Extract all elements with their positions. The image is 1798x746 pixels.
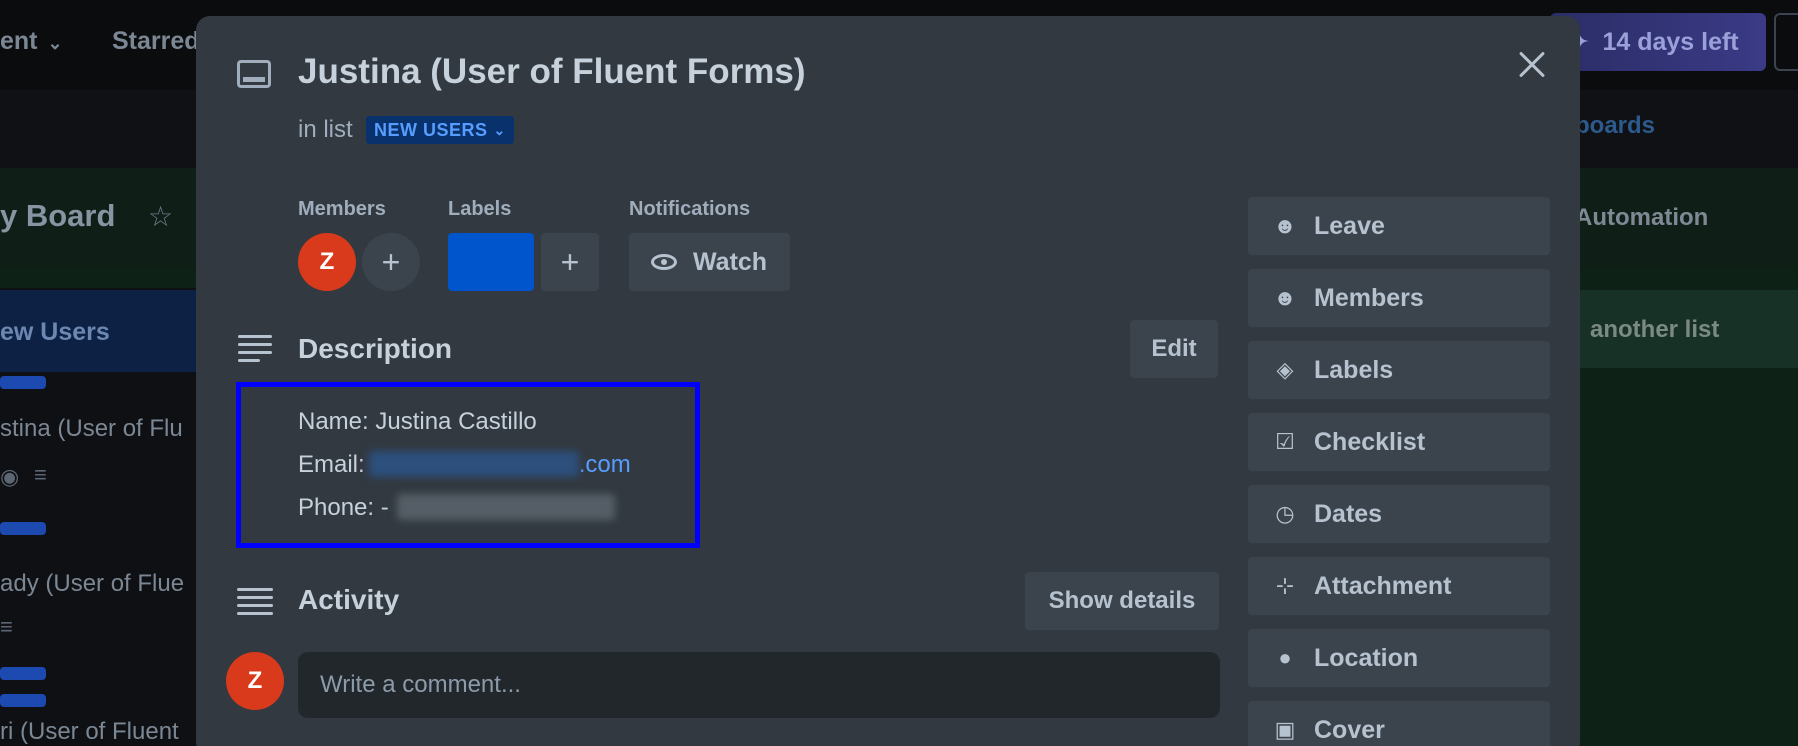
trial-button[interactable]: ✦14 days left	[1550, 13, 1766, 71]
tag-icon: ◈	[1276, 357, 1294, 382]
card-title[interactable]: Justina (User of Fluent Forms)	[298, 52, 806, 92]
paperclip-icon: ⊹	[1275, 573, 1295, 598]
chevron-down-icon: ⌄	[493, 121, 506, 138]
cover-icon: ▣	[1274, 717, 1296, 742]
checklist-button-label: Checklist	[1314, 427, 1426, 456]
automation-button[interactable]: Automation	[1575, 204, 1708, 232]
notifications-label: Notifications	[629, 198, 751, 220]
phone-prefix: Phone: -	[298, 494, 389, 521]
dates-button[interactable]: ◷ Dates	[1248, 485, 1550, 543]
workspaces-label: ent	[0, 27, 38, 55]
attachment-button[interactable]: ⊹ Attachment	[1248, 557, 1550, 615]
show-details-button[interactable]: Show details	[1025, 572, 1219, 630]
add-label-button[interactable]: +	[541, 233, 599, 291]
description-email-line: Email: .com	[298, 451, 631, 479]
card-label-bar	[0, 694, 46, 707]
labels-button-label: Labels	[1314, 355, 1394, 384]
watch-label: Watch	[693, 247, 768, 276]
attachment-button-label: Attachment	[1314, 571, 1452, 600]
card-label-bar	[0, 376, 46, 389]
board-title[interactable]: y Board	[0, 198, 115, 234]
close-button[interactable]	[1512, 44, 1552, 84]
checkbox-icon: ☑	[1275, 429, 1295, 454]
description-phone-line: Phone: -	[298, 494, 615, 522]
watch-button[interactable]: Watch	[629, 233, 790, 291]
eye-icon	[651, 254, 677, 270]
leave-label: Leave	[1314, 211, 1385, 240]
add-another-list-button[interactable]: another list	[1580, 290, 1798, 368]
list-header[interactable]: ew Users	[0, 290, 200, 372]
members-button-label: Members	[1314, 283, 1424, 312]
leave-button[interactable]: ☻ Leave	[1248, 197, 1550, 255]
description-icon: ≡	[0, 614, 13, 639]
avatar[interactable]: Z	[298, 233, 356, 291]
clock-icon: ◷	[1275, 501, 1295, 526]
email-prefix: Email:	[298, 451, 365, 478]
checklist-button[interactable]: ☑ Checklist	[1248, 413, 1550, 471]
star-icon[interactable]: ☆	[148, 200, 173, 233]
plus-icon: +	[560, 243, 580, 280]
user-minus-icon: ☻	[1273, 213, 1297, 238]
edit-description-button[interactable]: Edit	[1130, 320, 1218, 378]
activity-icon	[237, 588, 273, 620]
label-chip[interactable]	[448, 233, 534, 291]
trial-label: 14 days left	[1602, 27, 1739, 56]
add-list-label: another list	[1590, 316, 1720, 343]
list-selector[interactable]: NEW USERS ⌄	[366, 116, 514, 144]
description-title: Description	[298, 333, 453, 364]
user-icon: ☻	[1273, 285, 1297, 310]
labels-button[interactable]: ◈ Labels	[1248, 341, 1550, 399]
redacted-email	[368, 451, 579, 477]
avatar: Z	[226, 652, 284, 710]
list-title: ew Users	[0, 318, 110, 346]
card-label-bar	[0, 522, 46, 535]
list-card-title[interactable]: ri (User of Fluent	[0, 718, 179, 746]
cover-button-label: Cover	[1314, 715, 1385, 744]
automation-label: Automation	[1575, 204, 1709, 231]
in-list-text: in list	[298, 116, 353, 143]
card-label-bar	[0, 667, 46, 680]
description-name-line: Name: Justina Castillo	[298, 408, 537, 435]
description-icon	[238, 335, 272, 367]
starred-menu[interactable]: Starred	[112, 27, 200, 56]
location-pin-icon: ●	[1278, 645, 1292, 670]
dates-button-label: Dates	[1314, 499, 1383, 528]
add-member-button[interactable]: +	[362, 233, 420, 291]
members-label: Members	[298, 198, 386, 220]
redacted-phone	[396, 494, 615, 520]
activity-title: Activity	[298, 584, 400, 615]
workspaces-menu[interactable]: ent ⌄	[0, 27, 63, 56]
email-link[interactable]: .com	[579, 451, 631, 478]
comment-input[interactable]: Write a comment...	[298, 652, 1220, 718]
plus-icon: +	[381, 243, 401, 280]
chevron-down-icon: ⌄	[47, 33, 63, 53]
location-button[interactable]: ● Location	[1248, 629, 1550, 687]
cover-button[interactable]: ▣ Cover	[1248, 701, 1550, 746]
members-button[interactable]: ☻ Members	[1248, 269, 1550, 327]
list-card-title[interactable]: ady (User of Flue	[0, 570, 184, 598]
list-card-title[interactable]: stina (User of Flu	[0, 415, 183, 443]
search-button[interactable]	[1774, 13, 1798, 71]
list-name: NEW USERS	[374, 119, 488, 140]
location-button-label: Location	[1314, 643, 1419, 672]
labels-label: Labels	[448, 198, 512, 220]
description-icon: ≡	[34, 462, 47, 487]
watch-icon: ◉	[0, 464, 20, 489]
card-icon	[237, 60, 271, 88]
